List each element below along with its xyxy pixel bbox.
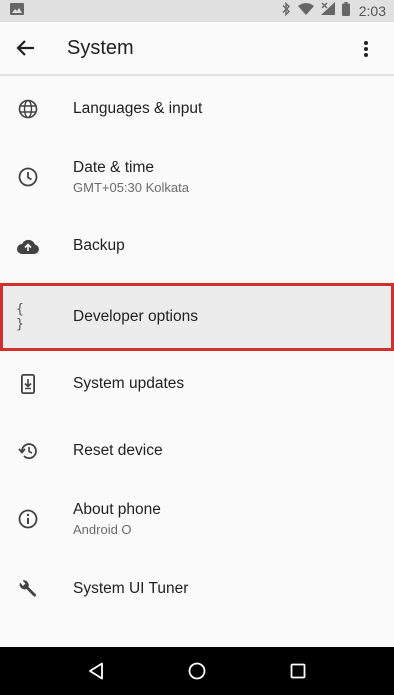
nav-recents-button[interactable] <box>278 651 318 691</box>
wrench-icon <box>16 577 40 601</box>
screen: 2:03 System Languages & input Date & tim… <box>0 0 394 695</box>
overflow-menu-button[interactable] <box>346 22 386 76</box>
page-title: System <box>67 36 134 59</box>
image-notification-icon <box>10 2 24 20</box>
back-button[interactable] <box>0 21 54 75</box>
nav-back-button[interactable] <box>76 651 116 691</box>
braces-icon: { } <box>16 302 40 332</box>
item-title: Developer options <box>73 308 198 325</box>
cellular-signal-icon <box>320 2 335 20</box>
battery-icon <box>341 1 350 21</box>
nav-home-button[interactable] <box>177 651 217 691</box>
list-item-reset-device[interactable]: Reset device <box>0 416 394 486</box>
arrow-back-icon <box>16 40 34 56</box>
system-update-icon <box>16 372 40 396</box>
back-triangle-icon <box>89 662 104 680</box>
globe-icon <box>16 97 40 121</box>
item-title: Date & time <box>73 159 154 176</box>
recents-square-icon <box>290 663 306 679</box>
clock-icon <box>16 165 40 189</box>
restore-icon <box>16 439 40 463</box>
list-item-languages[interactable]: Languages & input <box>0 76 394 142</box>
info-icon <box>16 507 40 531</box>
item-title: Backup <box>73 237 125 254</box>
item-title: Languages & input <box>73 100 203 117</box>
item-title: About phone <box>73 501 161 518</box>
item-summary: Android O <box>73 522 132 537</box>
bluetooth-icon <box>281 1 291 21</box>
list-item-system-updates[interactable]: System updates <box>0 352 394 416</box>
list-item-backup[interactable]: Backup <box>0 212 394 280</box>
list-item-about-phone[interactable]: About phone Android O <box>0 486 394 552</box>
list-item-date-time[interactable]: Date & time GMT+05:30 Kolkata <box>0 142 394 212</box>
clock-time: 2:03 <box>358 3 386 19</box>
home-circle-icon <box>188 662 206 680</box>
cloud-upload-icon <box>16 234 40 258</box>
navigation-bar <box>0 647 394 695</box>
braces-glyph: { } <box>16 302 25 332</box>
app-bar: System <box>0 22 394 76</box>
item-title: System UI Tuner <box>73 580 189 597</box>
wifi-icon <box>297 2 314 20</box>
item-title: Reset device <box>73 442 163 459</box>
list-item-developer-options[interactable]: { } Developer options <box>0 283 394 351</box>
more-vert-icon <box>364 41 368 57</box>
item-title: System updates <box>73 375 185 392</box>
list-item-system-ui-tuner[interactable]: System UI Tuner <box>0 552 394 626</box>
item-summary: GMT+05:30 Kolkata <box>73 180 189 195</box>
status-bar: 2:03 <box>0 0 394 22</box>
